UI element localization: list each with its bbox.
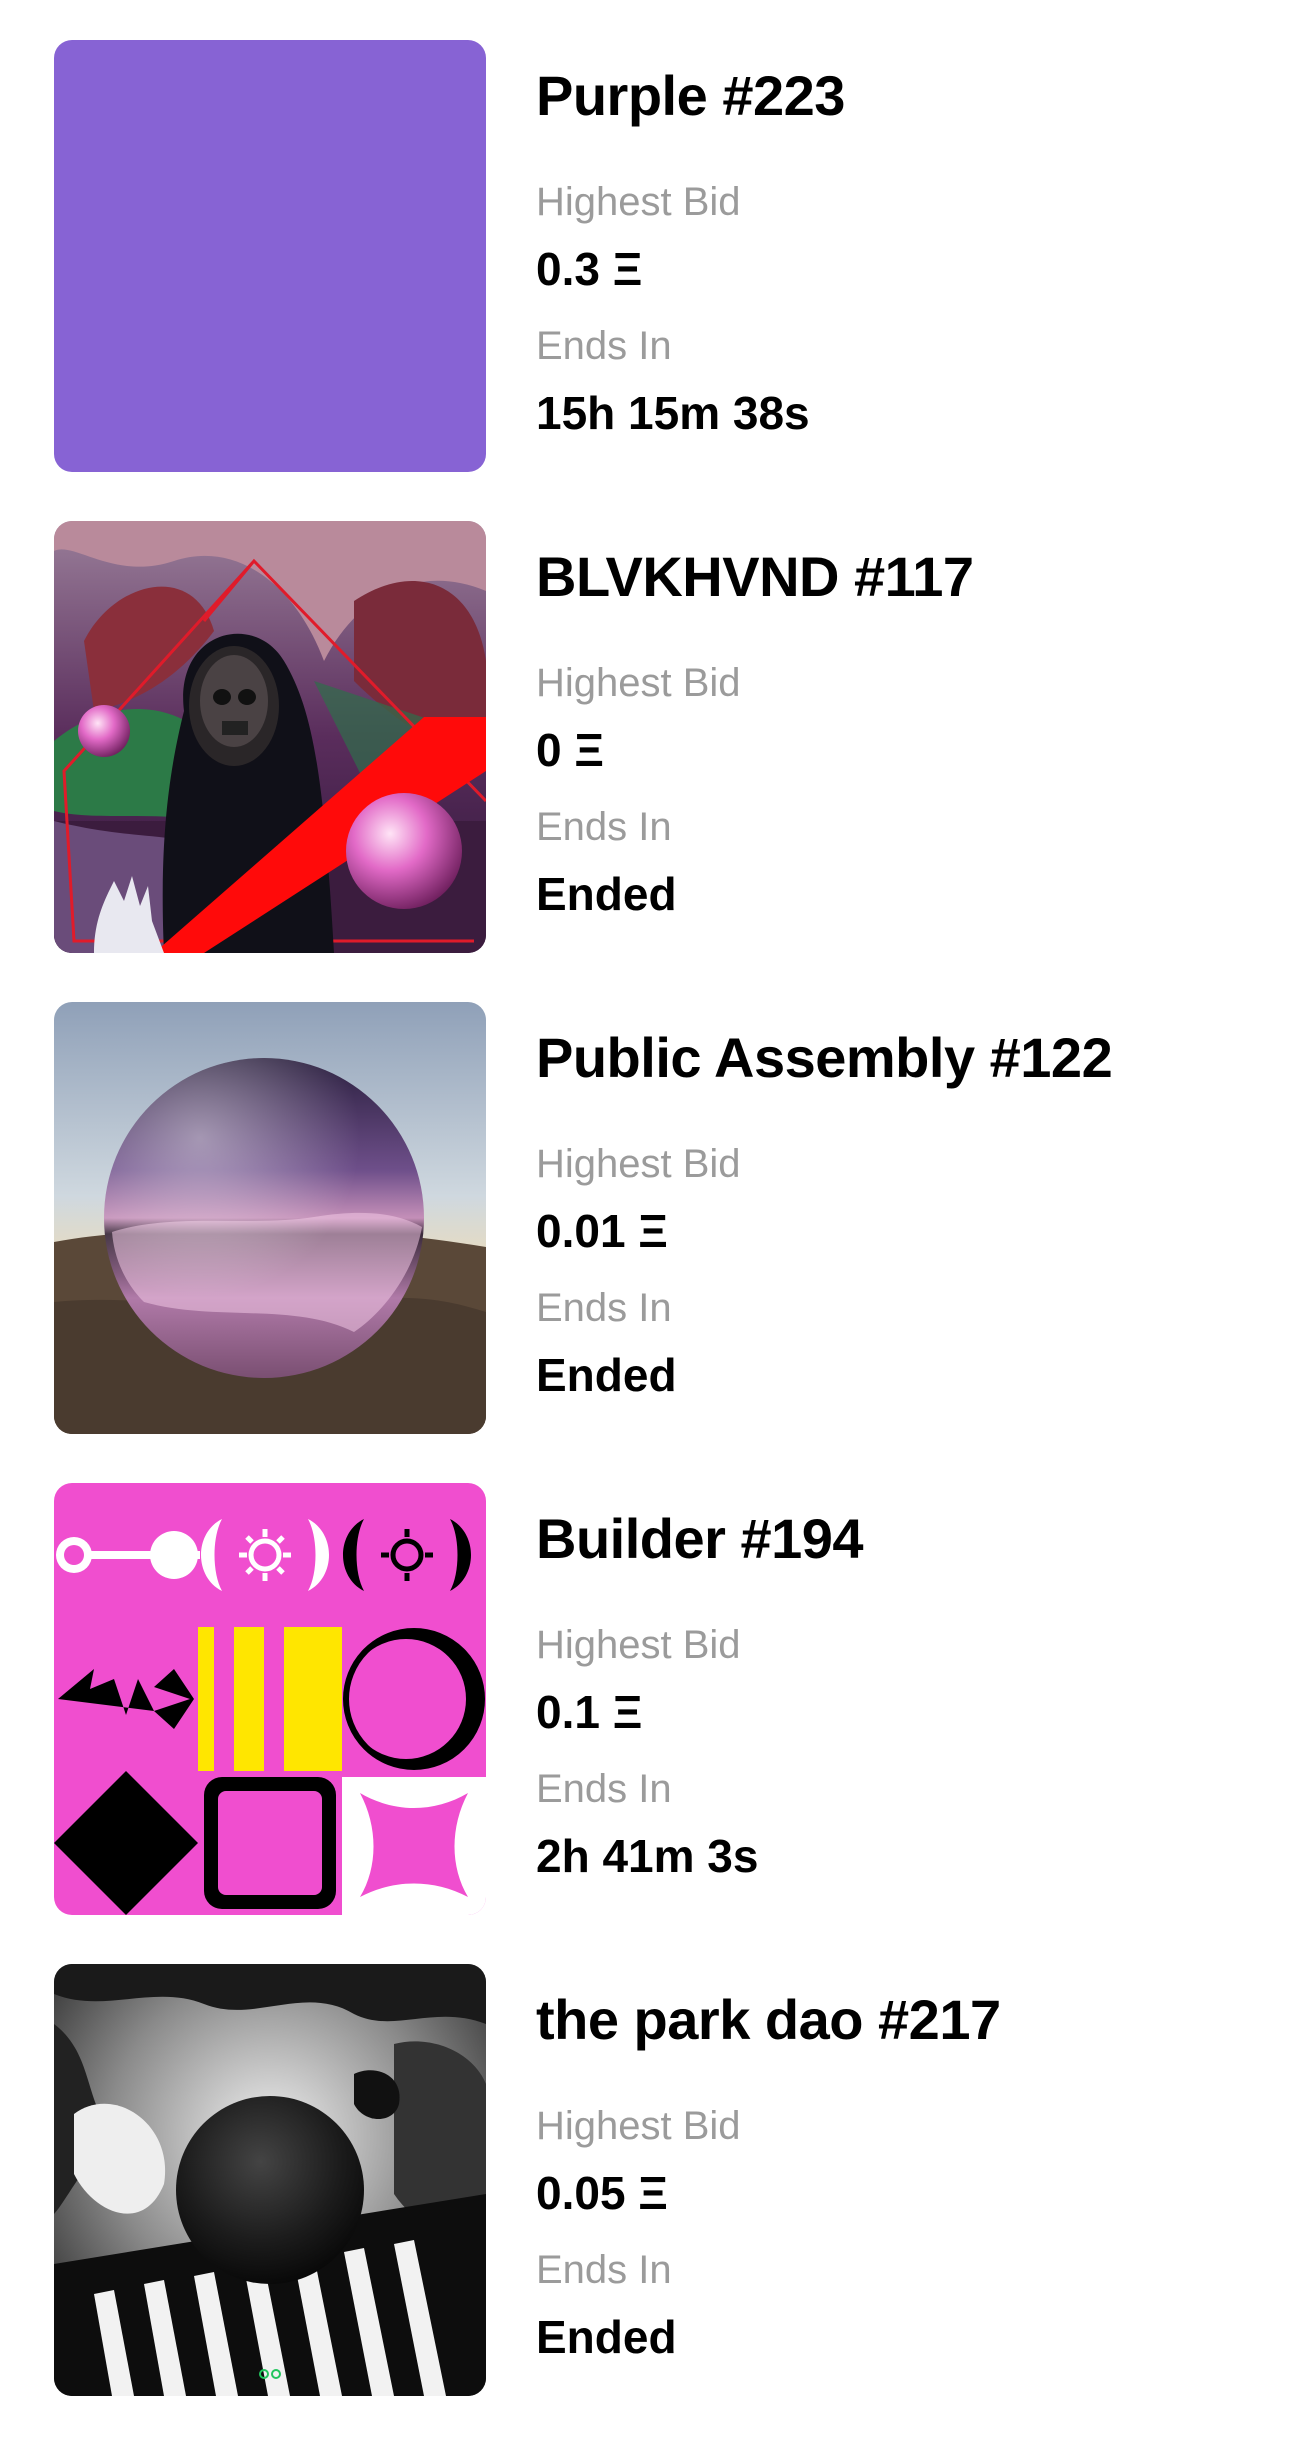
highest-bid-value: 0.3 Ξ bbox=[536, 243, 643, 295]
ends-in-label: Ends In bbox=[536, 805, 672, 849]
auction-title: the park dao #217 bbox=[536, 1988, 1001, 2051]
ends-in-value: 2h 41m 3s bbox=[536, 1830, 759, 1882]
hooded-skull-artwork-image bbox=[54, 521, 486, 953]
black-sphere-piano-artwork-image bbox=[54, 1964, 486, 2396]
builder-glyph-artwork-image bbox=[54, 1483, 486, 1915]
auction-image[interactable] bbox=[54, 1964, 486, 2396]
auction-info: the park dao #217 Highest Bid 0.05 Ξ End… bbox=[536, 1964, 1256, 2396]
ends-in-value: 15h 15m 38s bbox=[536, 387, 810, 439]
auction-card[interactable]: BLVKHVND #117 Highest Bid 0 Ξ Ends In En… bbox=[0, 521, 1290, 953]
highest-bid-label: Highest Bid bbox=[536, 180, 741, 224]
reflective-sphere-artwork-image bbox=[54, 1002, 486, 1434]
auction-info: Purple #223 Highest Bid 0.3 Ξ Ends In 15… bbox=[536, 40, 1256, 472]
auction-info: Public Assembly #122 Highest Bid 0.01 Ξ … bbox=[536, 1002, 1256, 1434]
highest-bid-value: 0.01 Ξ bbox=[536, 1205, 668, 1257]
ends-in-label: Ends In bbox=[536, 2248, 672, 2292]
highest-bid-value: 0.05 Ξ bbox=[536, 2167, 668, 2219]
highest-bid-value: 0.1 Ξ bbox=[536, 1686, 643, 1738]
auction-info: BLVKHVND #117 Highest Bid 0 Ξ Ends In En… bbox=[536, 521, 1256, 953]
auction-card[interactable]: Purple #223 Highest Bid 0.3 Ξ Ends In 15… bbox=[0, 40, 1290, 472]
highest-bid-label: Highest Bid bbox=[536, 661, 741, 705]
highest-bid-label: Highest Bid bbox=[536, 2104, 741, 2148]
auction-image[interactable] bbox=[54, 40, 486, 472]
ends-in-label: Ends In bbox=[536, 1767, 672, 1811]
ends-in-value: Ended bbox=[536, 868, 677, 920]
ends-in-label: Ends In bbox=[536, 324, 672, 368]
auction-title: Purple #223 bbox=[536, 64, 845, 127]
auction-info: Builder #194 Highest Bid 0.1 Ξ Ends In 2… bbox=[536, 1483, 1256, 1915]
auction-card[interactable]: the park dao #217 Highest Bid 0.05 Ξ End… bbox=[0, 1964, 1290, 2396]
ends-in-label: Ends In bbox=[536, 1286, 672, 1330]
highest-bid-label: Highest Bid bbox=[536, 1142, 741, 1186]
ends-in-value: Ended bbox=[536, 2311, 677, 2363]
auction-title: Builder #194 bbox=[536, 1507, 864, 1570]
auction-image[interactable] bbox=[54, 1002, 486, 1434]
auction-card[interactable]: Builder #194 Highest Bid 0.1 Ξ Ends In 2… bbox=[0, 1483, 1290, 1915]
auction-card[interactable]: Public Assembly #122 Highest Bid 0.01 Ξ … bbox=[0, 1002, 1290, 1434]
auction-title: BLVKHVND #117 bbox=[536, 545, 974, 608]
auction-image[interactable] bbox=[54, 1483, 486, 1915]
highest-bid-value: 0 Ξ bbox=[536, 724, 604, 776]
ends-in-value: Ended bbox=[536, 1349, 677, 1401]
auction-image[interactable] bbox=[54, 521, 486, 953]
auction-title: Public Assembly #122 bbox=[536, 1026, 1113, 1089]
highest-bid-label: Highest Bid bbox=[536, 1623, 741, 1667]
purple-artwork-image bbox=[54, 40, 486, 472]
